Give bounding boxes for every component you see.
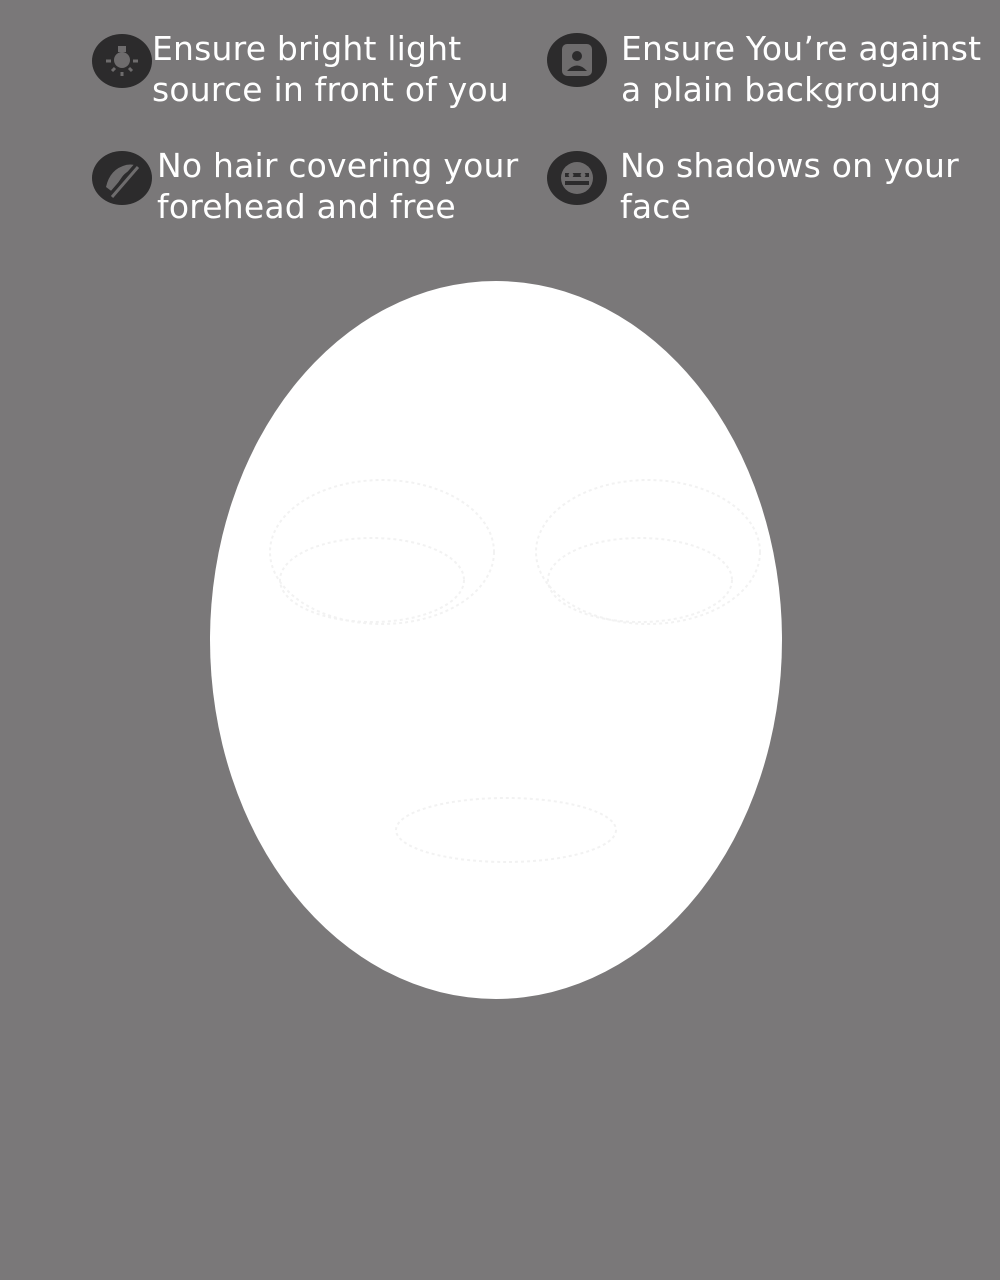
face-oval xyxy=(210,281,782,999)
face-guide-overlay xyxy=(210,281,782,999)
